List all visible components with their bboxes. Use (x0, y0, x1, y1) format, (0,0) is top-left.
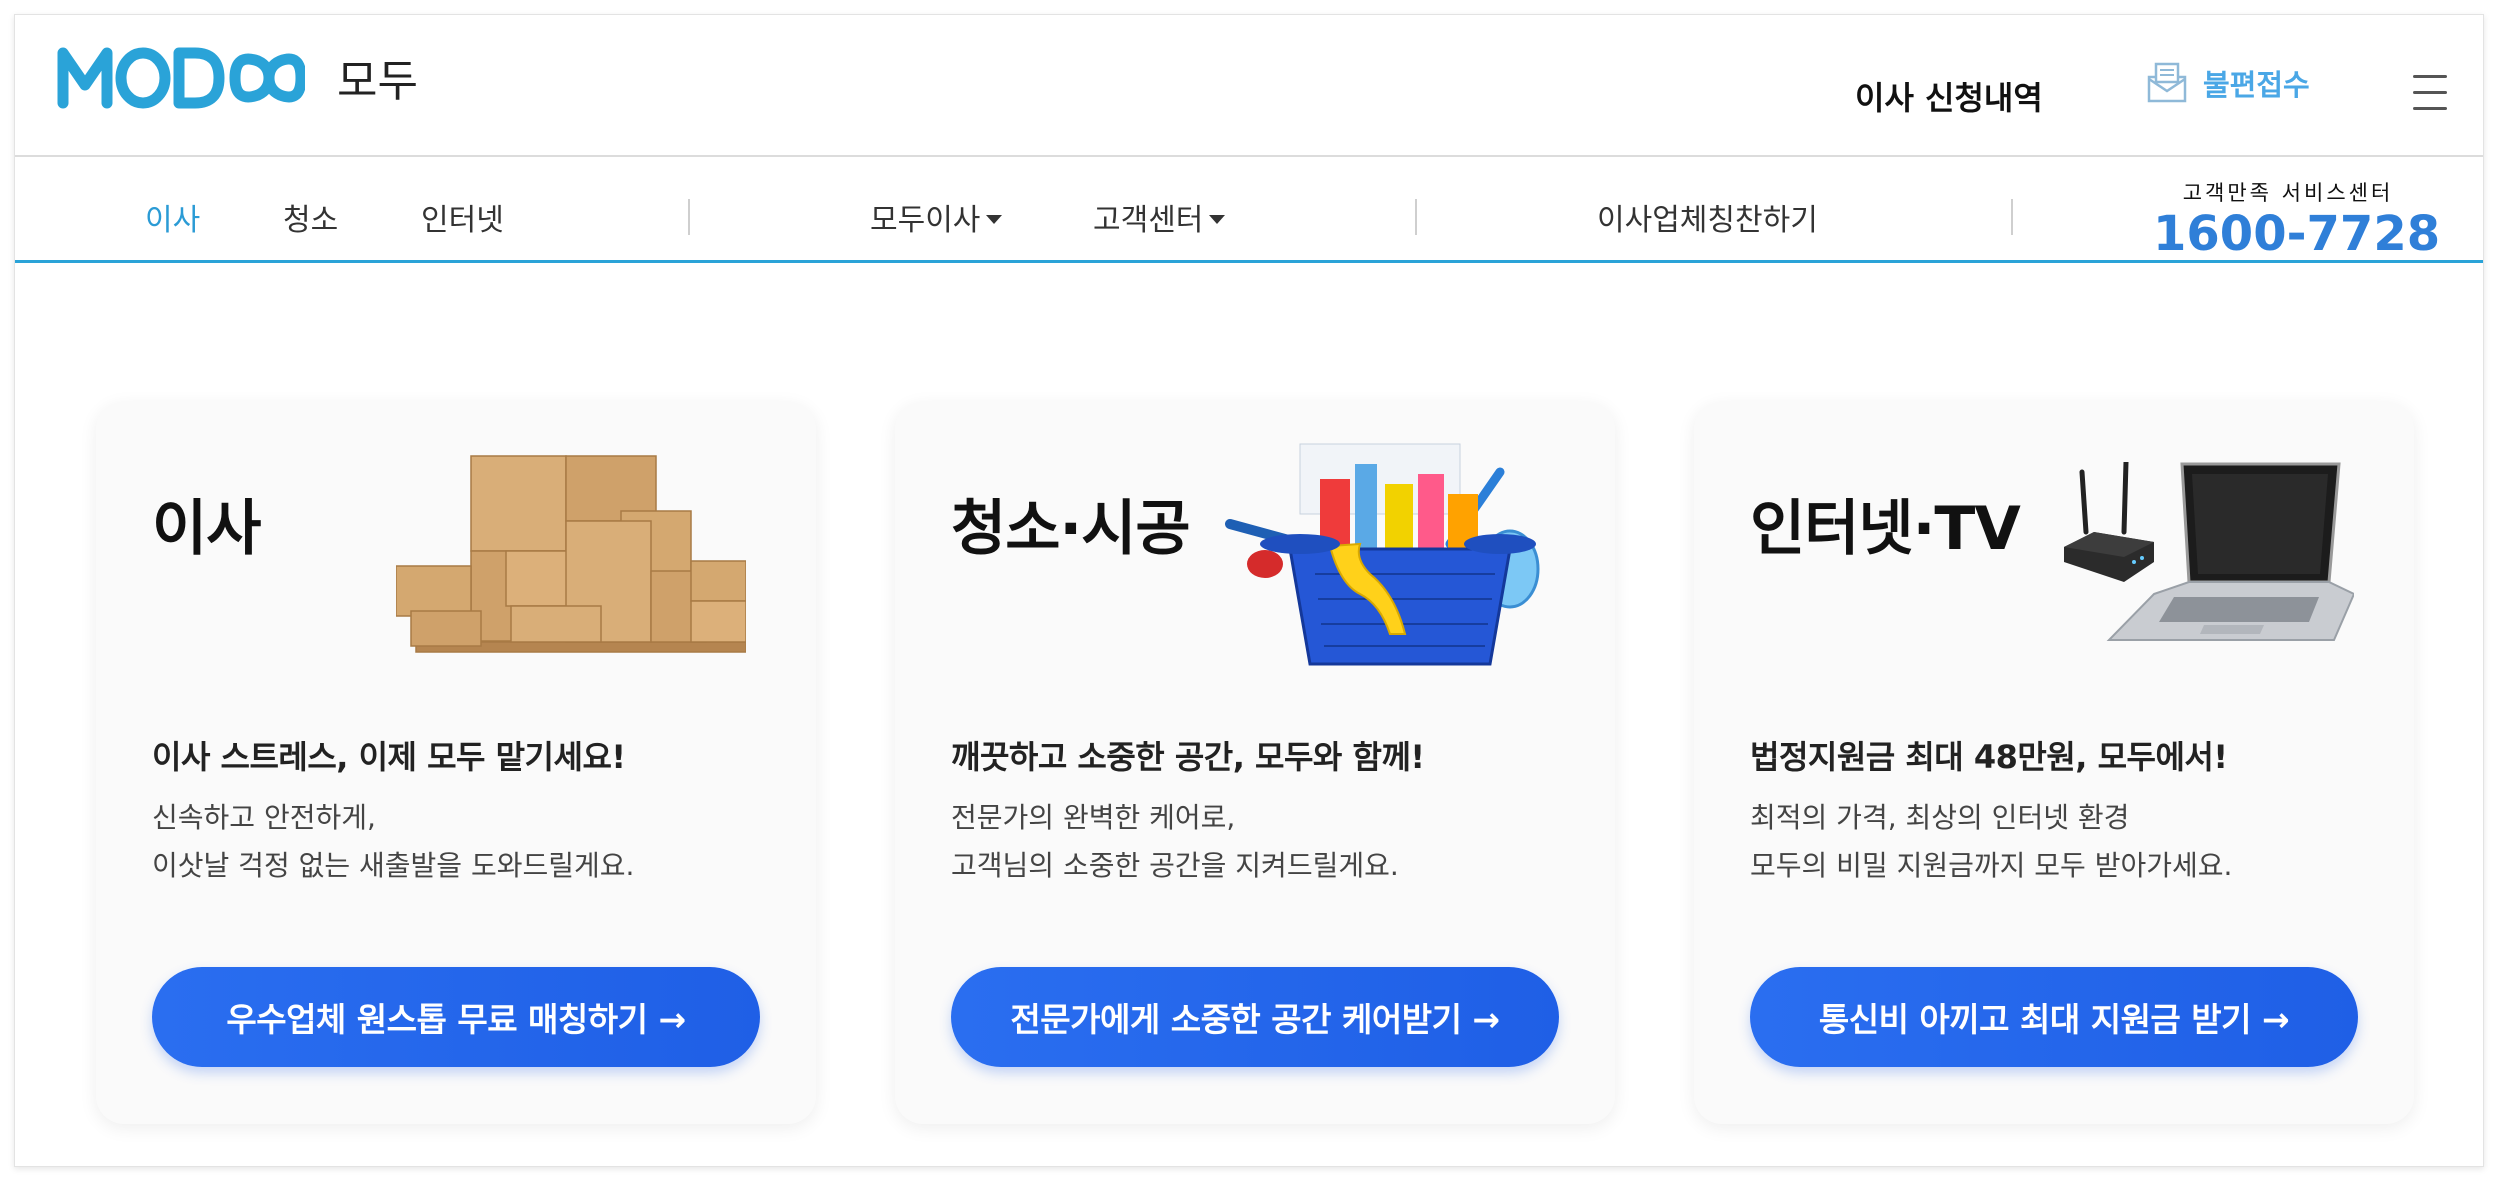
card-headline: 법정지원금 최대 48만원, 모두에서! (1750, 738, 2228, 776)
nav-item-cleaning[interactable]: 청소 (283, 195, 338, 239)
cta-match-movers-button[interactable]: 우수업체 원스톱 무료 매칭하기 → (152, 967, 760, 1067)
nav-divider (688, 199, 690, 235)
card-title: 이사 (152, 494, 261, 564)
page-frame: 모두 이사 신청내역 불편접수 이사 청소 인터넷 모두이사 고객센터 이사업체… (14, 14, 2484, 1167)
card-title: 인터넷·TV (1750, 494, 2021, 564)
caret-down-icon (1209, 215, 1226, 224)
card-headline: 깨끗하고 소중한 공간, 모두와 함께! (951, 738, 1425, 776)
envelope-icon (2147, 62, 2187, 103)
customer-service-center[interactable]: 고객만족 서비스센터 1600-7728 (2153, 177, 2440, 261)
service-card-moving: 이사 이사 스트레스, 이제 모두 맡기세요! 신속하고 안전하게, 이삿날 걱… (96, 402, 816, 1124)
nav-item-moving[interactable]: 이사 (145, 195, 200, 239)
customer-service-label: 고객만족 서비스센터 (2182, 181, 2394, 205)
modoo-logo-icon (57, 47, 305, 109)
service-card-internet: 인터넷·TV 법정지원금 최대 48만원, 모두에서! 최적의 가격, 최상의 … (1694, 402, 2414, 1124)
service-cards-section: 이사 이사 스트레스, 이제 모두 맡기세요! 신속하고 안전하게, 이삿날 걱… (15, 266, 2483, 1166)
hamburger-menu-icon[interactable] (2399, 59, 2455, 115)
customer-service-phone[interactable]: 1600-7728 (2153, 207, 2440, 261)
logo[interactable]: 모두 (55, 41, 418, 113)
cleaning-basket-image (1225, 443, 1540, 666)
nav-divider (2011, 199, 2013, 235)
nav-item-praise[interactable]: 이사업체칭찬하기 (1597, 195, 1818, 239)
card-description: 신속하고 안전하게, 이삿날 걱정 없는 새출발을 도와드릴게요. (152, 801, 635, 882)
site-header: 모두 이사 신청내역 불편접수 (15, 15, 2483, 157)
complaint-label: 불편접수 (2203, 68, 2310, 102)
nav-dropdown-modoo-moving[interactable]: 모두이사 (870, 195, 1003, 239)
nav-item-internet[interactable]: 인터넷 (421, 195, 504, 239)
card-headline: 이사 스트레스, 이제 모두 맡기세요! (152, 738, 626, 776)
router-laptop-image (2064, 462, 2354, 641)
move-requests-link[interactable]: 이사 신청내역 (1855, 73, 2043, 119)
nav-dropdown-customer-center[interactable]: 고객센터 (1093, 195, 1226, 239)
caret-down-icon (986, 215, 1003, 224)
brand-name: 모두 (337, 56, 418, 107)
service-card-cleaning: 청소·시공 깨끗하고 소중한 공간, 모두와 함께! 전문가의 완벽한 케어로,… (895, 402, 1615, 1124)
nav-divider (1415, 199, 1417, 235)
card-title: 청소·시공 (951, 494, 1191, 564)
complaint-link[interactable]: 불편접수 (2145, 61, 2310, 105)
card-description: 최적의 가격, 최상의 인터넷 환경 모두의 비밀 지원금까지 모두 받아가세요… (1750, 801, 2233, 882)
cta-internet-subsidy-button[interactable]: 통신비 아끼고 최대 지원금 받기 → (1750, 967, 2358, 1067)
card-description: 전문가의 완벽한 케어로, 고객님의 소중한 공간을 지켜드릴게요. (951, 801, 1399, 882)
cta-expert-care-button[interactable]: 전문가에게 소중한 공간 케어받기 → (951, 967, 1559, 1067)
moving-boxes-image (396, 455, 746, 653)
main-nav: 이사 청소 인터넷 모두이사 고객센터 이사업체칭찬하기 고객만족 서비스센터 … (15, 159, 2483, 263)
